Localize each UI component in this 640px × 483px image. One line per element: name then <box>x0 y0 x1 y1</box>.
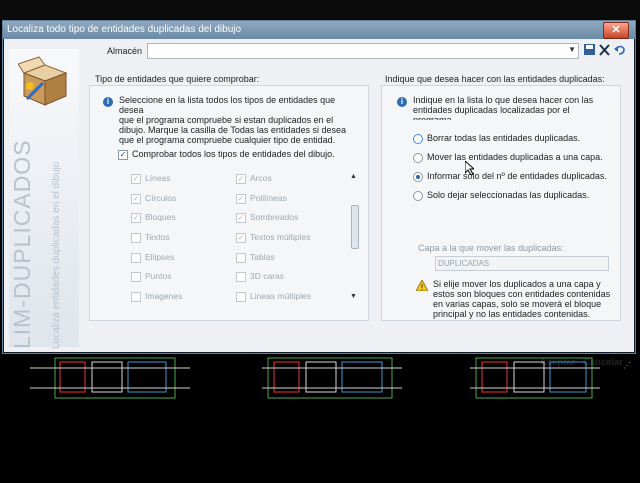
desktop-background <box>0 0 640 20</box>
type-textos-multiples[interactable]: ✓ Textos múltiples <box>236 232 310 243</box>
resize-grip-icon[interactable]: ⋰ <box>623 361 631 370</box>
entity-types-heading: Tipo de entidades que quiere comprobar: <box>95 74 260 84</box>
side-banner: LIM-DUPLICADOS Localiza entidades duplic… <box>9 49 79 349</box>
warning-icon: ! <box>416 280 428 291</box>
close-icon: ✕ <box>611 24 621 36</box>
type-lineas[interactable]: ✓ Líneas <box>131 173 171 184</box>
actions-info: Indique en la lista lo que desea hacer c… <box>413 95 594 120</box>
scroll-up-icon[interactable]: ▲ <box>350 173 357 180</box>
product-name: LIM-DUPLICADOS <box>9 139 35 349</box>
entity-types-info: Seleccione en la lista todos los tipos d… <box>119 95 346 145</box>
type-polilineas[interactable]: ✓ Polilíneas <box>236 193 287 204</box>
type-list-scrollbar[interactable]: ▲ ▼ <box>349 173 361 303</box>
type-textos[interactable]: Textos <box>131 232 170 243</box>
mouse-cursor-icon <box>465 161 474 175</box>
info-icon: i <box>397 97 407 107</box>
type-ellipses[interactable]: Ellipses <box>131 252 174 263</box>
save-icon[interactable] <box>583 43 596 57</box>
undo-icon[interactable] <box>613 43 626 57</box>
actions-heading: Indique que desea hacer con las entidade… <box>385 74 605 84</box>
layer-label: Capa a la que mover las duplicadas: <box>418 243 564 253</box>
type-lineas-multiples[interactable]: Lineas múltiples <box>236 291 311 302</box>
type-puntos[interactable]: Puntos <box>131 271 171 282</box>
cad-drawing-1 <box>30 357 190 399</box>
title-bar[interactable]: Localiza todo tipo de entidades duplicad… <box>3 21 635 39</box>
window-title: Localiza todo tipo de entidades duplicad… <box>7 24 242 35</box>
store-dropdown[interactable]: ▼ <box>147 43 579 59</box>
dialog-window: Localiza todo tipo de entidades duplicad… <box>2 20 636 370</box>
type-sombreados[interactable]: ✓ Sombreados <box>236 212 298 223</box>
type-arcos[interactable]: ✓ Arcos <box>236 173 272 184</box>
type-tablas[interactable]: Tablas <box>236 252 275 263</box>
cad-drawing-3 <box>470 357 600 399</box>
action-borrar[interactable]: Borrar todas las entidades duplicadas. <box>413 133 580 144</box>
entity-type-list: ✓ Líneas ✓ Círculos ✓ Bloques Textos Ellips… <box>127 171 351 302</box>
svg-text:!: ! <box>421 283 423 291</box>
type-bloques[interactable]: ✓ Bloques <box>131 212 176 223</box>
scroll-down-icon[interactable]: ▼ <box>350 293 357 300</box>
delete-icon[interactable] <box>598 43 611 57</box>
layer-input[interactable]: DUPLICADAS <box>435 256 609 271</box>
check-all-checkbox[interactable]: ✓ <box>118 149 128 160</box>
action-informar[interactable]: Informar solo del nº de entidades duplic… <box>413 171 607 182</box>
close-button[interactable]: ✕ <box>603 22 629 39</box>
type-circulos[interactable]: ✓ Círculos <box>131 193 176 204</box>
action-seleccionar[interactable]: Solo dejar seleccionadas las duplicadas. <box>413 190 589 201</box>
cad-drawing-2 <box>262 357 402 399</box>
check-all-types[interactable]: ✓ Comprobar todos los tipos de entidades … <box>118 149 335 160</box>
info-icon: i <box>103 97 113 107</box>
type-imagenes[interactable]: Imagenes <box>131 291 182 302</box>
warning-text: Si elije mover los duplicados a una capa… <box>433 279 611 319</box>
action-mover[interactable]: Mover las entidades duplicadas a una cap… <box>413 152 603 163</box>
type-3d-caras[interactable]: 3D caras <box>236 271 284 282</box>
scroll-thumb[interactable] <box>351 205 359 249</box>
store-label: Almacén <box>107 46 143 56</box>
product-subtitle: Localiza entidades duplicadas en el dibu… <box>51 161 62 349</box>
dropdown-arrow-icon[interactable]: ▼ <box>568 45 576 54</box>
